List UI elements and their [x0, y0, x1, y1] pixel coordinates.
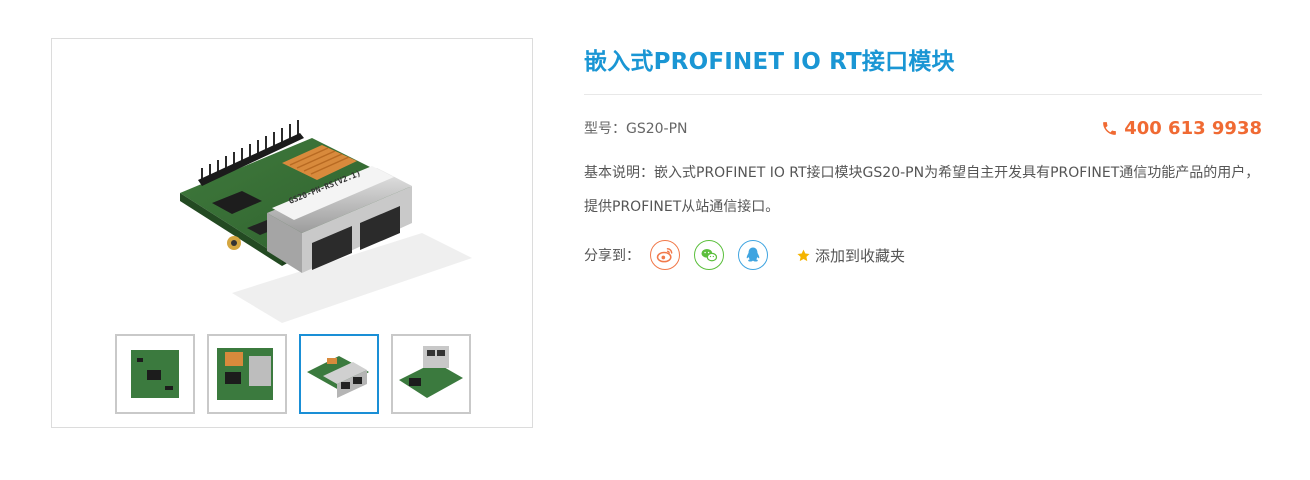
thumbnail-1-image — [131, 350, 179, 398]
add-to-favorites-label: 添加到收藏夹 — [815, 246, 906, 265]
model-line: 型号：GS20-PN — [584, 118, 688, 138]
wechat-icon — [701, 249, 718, 262]
thumbnail-3-image — [307, 356, 369, 398]
thumbnail-4[interactable] — [391, 334, 471, 414]
share-bar: 分享到： 添加到收藏夹 — [584, 238, 905, 272]
model-label: 型号： — [584, 121, 626, 137]
phone-icon — [1103, 122, 1117, 135]
qq-icon — [746, 247, 760, 262]
share-qq-button[interactable] — [738, 240, 768, 270]
product-description: 基本说明：嵌入式PROFINET IO RT接口模块GS20-PN为希望自主开发… — [584, 165, 1260, 215]
product-title: 嵌入式PROFINET IO RT接口模块 — [584, 49, 955, 75]
share-wechat-button[interactable] — [694, 240, 724, 270]
thumbnail-2[interactable] — [207, 334, 287, 414]
share-weibo-button[interactable] — [650, 240, 680, 270]
product-gallery: GS20-PN-RS(V2.1) — [51, 38, 533, 428]
thumbnail-2-image — [217, 348, 273, 400]
phone-text: 400 613 9938 — [1124, 118, 1262, 139]
phone-number[interactable]: 400 613 9938 — [1101, 118, 1262, 139]
title-divider — [584, 94, 1262, 95]
thumbnail-3[interactable] — [299, 334, 379, 414]
product-main-image: GS20-PN-RS(V2.1) — [180, 120, 472, 323]
thumbnail-1[interactable] — [115, 334, 195, 414]
star-icon — [797, 249, 810, 261]
model-value: GS20-PN — [626, 121, 688, 137]
thumbnail-4-image — [399, 346, 463, 398]
weibo-icon — [656, 248, 673, 263]
add-to-favorites-button[interactable]: 添加到收藏夹 — [796, 245, 905, 266]
share-label: 分享到： — [584, 248, 640, 264]
